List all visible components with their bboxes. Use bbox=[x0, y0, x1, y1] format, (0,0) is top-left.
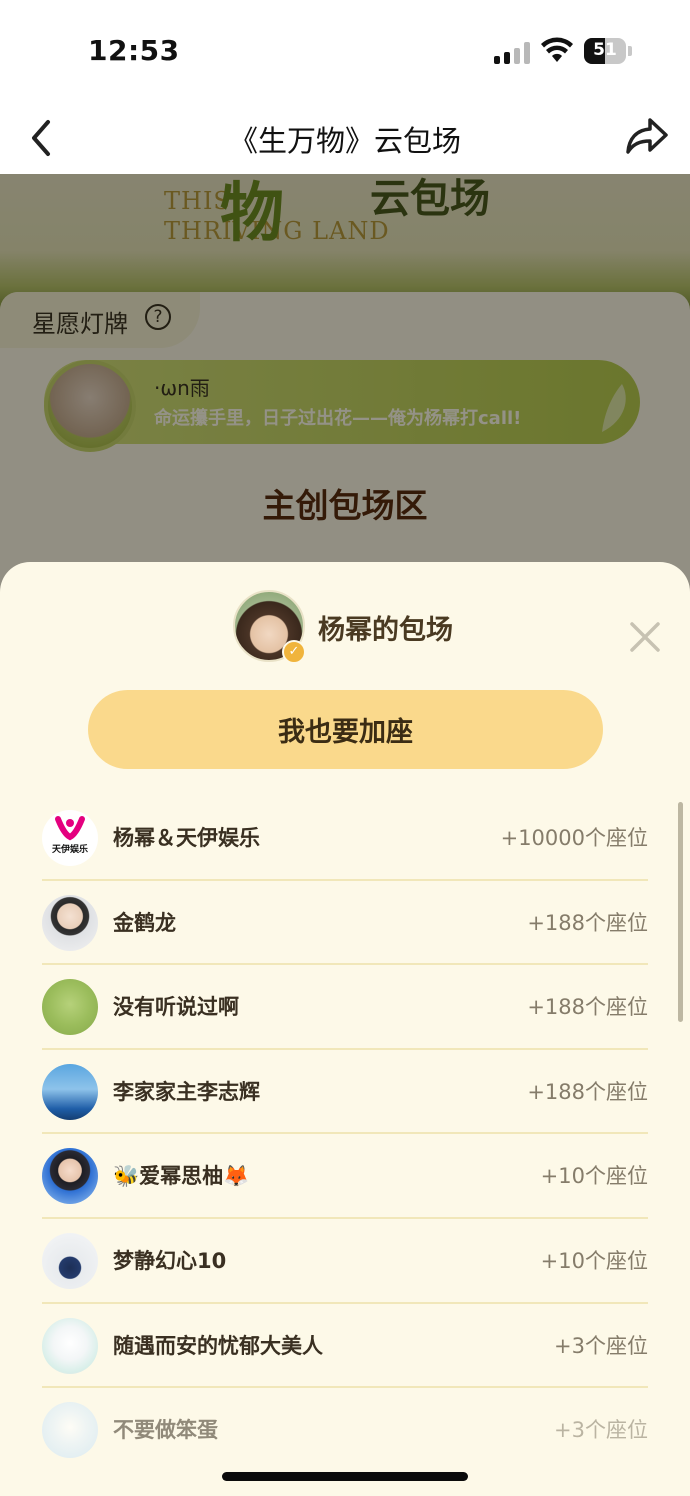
row-seats: +188个座位 bbox=[527, 910, 648, 935]
list-item[interactable]: 天伊娱乐 杨幂＆天伊娱乐 +10000个座位 bbox=[42, 796, 648, 881]
list-item[interactable]: 金鹤龙 +188个座位 bbox=[42, 881, 648, 966]
close-x-icon[interactable] bbox=[628, 620, 662, 654]
row-name: 不要做笨蛋 bbox=[113, 1418, 218, 1443]
row-name: 梦静幻心10 bbox=[113, 1248, 227, 1273]
host-title: 杨幂的包场 bbox=[318, 615, 453, 646]
row-name: 李家家主李志辉 bbox=[113, 1079, 260, 1104]
avatar bbox=[42, 894, 98, 951]
verified-badge-icon: ✓ bbox=[282, 640, 306, 664]
row-name: 随遇而安的忧郁大美人 bbox=[113, 1333, 323, 1358]
row-name: 没有听说过啊 bbox=[113, 995, 239, 1020]
bottom-sheet: ✓ 杨幂的包场 我也要加座 天伊娱乐 杨幂＆天伊娱乐 +10000个座位 金鹤龙… bbox=[0, 562, 690, 1496]
avatar bbox=[42, 1063, 98, 1120]
list-item[interactable]: 没有听说过啊 +188个座位 bbox=[42, 965, 648, 1050]
share-arrow-icon[interactable] bbox=[622, 114, 672, 160]
list-item[interactable]: 随遇而安的忧郁大美人 +3个座位 bbox=[42, 1304, 648, 1389]
avatar: 天伊娱乐 bbox=[42, 810, 98, 866]
row-seats: +188个座位 bbox=[527, 1079, 648, 1104]
list-item[interactable]: 李家家主李志辉 +188个座位 bbox=[42, 1050, 648, 1135]
brand-logo-icon bbox=[55, 816, 85, 841]
status-bar: 12:53 51 bbox=[0, 0, 690, 100]
home-indicator bbox=[222, 1472, 468, 1481]
brand-logo-text: 天伊娱乐 bbox=[51, 845, 88, 855]
row-name: 🐝爱幂思柚🦊 bbox=[113, 1164, 250, 1189]
scrollbar[interactable] bbox=[678, 802, 683, 1022]
list-item[interactable]: 不要做笨蛋 +3个座位 bbox=[42, 1388, 648, 1473]
list-item[interactable]: 🐝爱幂思柚🦊 +10个座位 bbox=[42, 1134, 648, 1219]
nav-bar: 《生万物》云包场 bbox=[0, 100, 690, 174]
avatar bbox=[42, 1232, 98, 1289]
add-seat-button[interactable]: 我也要加座 bbox=[88, 690, 603, 769]
sheet-header: ✓ 杨幂的包场 bbox=[0, 590, 690, 666]
cellular-signal-icon bbox=[494, 40, 532, 64]
avatar bbox=[42, 1317, 98, 1374]
row-seats: +10个座位 bbox=[540, 1248, 648, 1273]
row-seats: +10个座位 bbox=[540, 1164, 648, 1189]
battery-level: 51 bbox=[593, 40, 617, 60]
list-item[interactable]: 梦静幻心10 +10个座位 bbox=[42, 1219, 648, 1304]
row-seats: +3个座位 bbox=[554, 1333, 648, 1358]
row-seats: +10000个座位 bbox=[500, 826, 648, 850]
row-seats: +188个座位 bbox=[527, 995, 648, 1020]
status-time: 12:53 bbox=[88, 34, 180, 67]
row-seats: +3个座位 bbox=[554, 1418, 648, 1443]
wifi-icon bbox=[541, 37, 573, 62]
row-name: 杨幂＆天伊娱乐 bbox=[113, 826, 260, 850]
page-title: 《生万物》云包场 bbox=[228, 124, 461, 158]
seat-list: 天伊娱乐 杨幂＆天伊娱乐 +10000个座位 金鹤龙 +188个座位 没有听说过… bbox=[42, 796, 648, 1473]
row-name: 金鹤龙 bbox=[113, 910, 176, 935]
avatar bbox=[42, 979, 98, 1036]
avatar bbox=[42, 1148, 98, 1205]
battery-icon: 51 bbox=[584, 38, 632, 64]
avatar bbox=[42, 1402, 98, 1459]
